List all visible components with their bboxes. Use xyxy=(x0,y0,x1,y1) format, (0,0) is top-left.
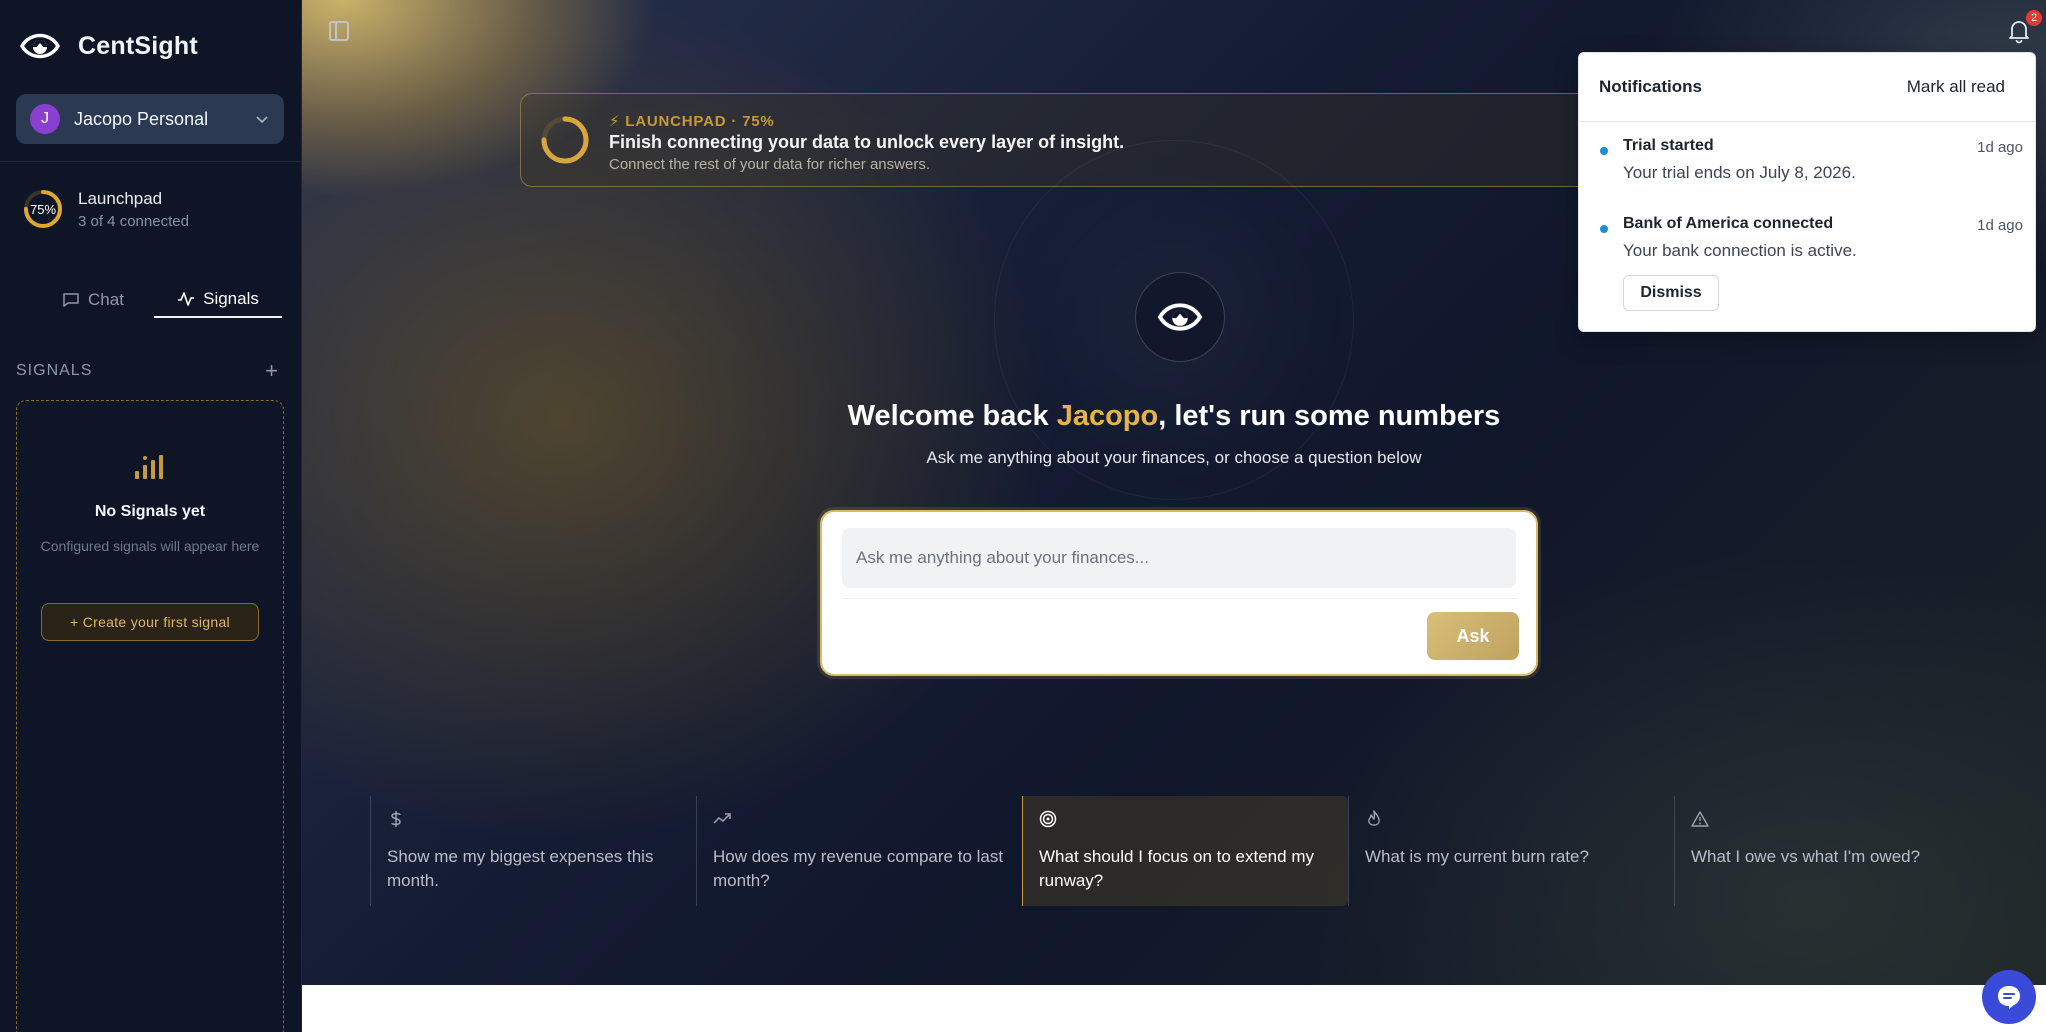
banner-kicker: ⚡ LAUNCHPAD · 75% xyxy=(609,113,775,130)
support-chat-button[interactable] xyxy=(1982,970,2036,1024)
welcome-prefix: Welcome back xyxy=(847,400,1057,432)
tab-chat[interactable]: Chat xyxy=(32,282,154,318)
suggestion-card[interactable]: What is my current burn rate? xyxy=(1348,796,1674,906)
activity-icon xyxy=(178,292,195,306)
ask-box: Ask xyxy=(820,510,1538,676)
suggestion-text: Show me my biggest expenses this month. xyxy=(387,847,654,890)
sidebar: CentSight J Jacopo Personal 75% Launchpa… xyxy=(0,0,302,1032)
suggestion-card[interactable]: Show me my biggest expenses this month. xyxy=(370,796,696,906)
chevron-down-icon xyxy=(256,116,268,124)
welcome-name: Jacopo xyxy=(1056,400,1159,432)
signals-heading: SIGNALS xyxy=(16,362,93,379)
workspace-switcher[interactable]: J Jacopo Personal xyxy=(16,94,284,144)
sidebar-tabs: Chat Signals xyxy=(32,282,282,318)
launchpad-title: Launchpad xyxy=(78,188,163,208)
eye-logo-icon xyxy=(1157,303,1203,331)
suggestion-list: Show me my biggest expenses this month. … xyxy=(370,796,2006,906)
tab-signals-label: Signals xyxy=(203,289,259,308)
target-icon xyxy=(1039,810,1057,828)
notifications-panel: Notifications Mark all read Trial starte… xyxy=(1578,52,2036,332)
notification-body: Your bank connection is active. xyxy=(1623,241,1857,260)
notification-time: 1d ago xyxy=(1977,139,2023,156)
bottom-strip xyxy=(302,985,2046,1032)
bar-chart-icon xyxy=(135,455,163,479)
dismiss-button[interactable]: Dismiss xyxy=(1623,275,1719,311)
welcome-heading: Welcome back Jacopo, let's run some numb… xyxy=(302,400,2046,433)
suggestion-card[interactable]: What I owe vs what I'm owed? xyxy=(1674,796,2000,906)
notifications-title: Notifications xyxy=(1599,77,1702,96)
notification-title: Trial started xyxy=(1623,137,1714,154)
sidebar-divider xyxy=(0,161,302,162)
notification-time: 1d ago xyxy=(1977,217,2023,234)
notifications-header: Notifications Mark all read xyxy=(1579,53,2035,122)
signals-empty-state: No Signals yet Configured signals will a… xyxy=(16,400,284,1032)
suggestion-text: What is my current burn rate? xyxy=(1365,847,1589,866)
suggestion-text: What should I focus on to extend my runw… xyxy=(1039,847,1314,890)
notification-item[interactable]: Trial started 1d ago Your trial ends on … xyxy=(1579,137,2037,183)
message-icon xyxy=(63,293,79,307)
mark-all-read-button[interactable]: Mark all read xyxy=(1907,77,2005,97)
launchpad-percent: 75% xyxy=(29,201,57,217)
sidebar-toggle-icon[interactable] xyxy=(328,20,350,42)
flame-icon xyxy=(1368,810,1380,826)
signals-header: SIGNALS + xyxy=(16,360,278,382)
add-signal-button[interactable]: + xyxy=(265,360,278,382)
empty-subtitle: Configured signals will appear here xyxy=(40,538,260,554)
suggestion-text: What I owe vs what I'm owed? xyxy=(1691,847,1921,866)
avatar: J xyxy=(30,104,60,134)
warning-icon xyxy=(1691,811,1709,827)
brand-name: CentSight xyxy=(78,31,198,60)
notification-badge: 2 xyxy=(2026,10,2042,26)
ask-button[interactable]: Ask xyxy=(1427,612,1519,660)
launchpad-subtitle: 3 of 4 connected xyxy=(78,212,189,230)
suggestion-card[interactable]: How does my revenue compare to last mont… xyxy=(696,796,1022,906)
welcome-suffix: , let's run some numbers xyxy=(1158,400,1501,432)
ask-input[interactable] xyxy=(842,528,1516,588)
launchpad-progress[interactable]: 75% Launchpad 3 of 4 connected xyxy=(22,188,189,230)
notification-body: Your trial ends on July 8, 2026. xyxy=(1623,163,1856,182)
empty-title: No Signals yet xyxy=(94,503,206,520)
welcome-subtitle: Ask me anything about your finances, or … xyxy=(926,448,1422,467)
suggestion-text: How does my revenue compare to last mont… xyxy=(713,847,1004,890)
dollar-icon xyxy=(391,811,401,827)
notification-item[interactable]: Bank of America connected 1d ago Your ba… xyxy=(1579,215,2037,311)
trending-up-icon xyxy=(713,813,731,824)
tab-signals[interactable]: Signals xyxy=(154,282,282,318)
notification-title: Bank of America connected xyxy=(1623,215,1834,232)
suggestion-card[interactable]: What should I focus on to extend my runw… xyxy=(1022,796,1348,906)
workspace-name: Jacopo Personal xyxy=(74,108,209,129)
banner-title: Finish connecting your data to unlock ev… xyxy=(609,132,1125,152)
ask-divider xyxy=(842,598,1516,599)
banner-subtitle: Connect the rest of your data for richer… xyxy=(609,156,930,173)
brand[interactable]: CentSight xyxy=(20,28,198,64)
hero-logo xyxy=(1135,272,1225,362)
tab-chat-label: Chat xyxy=(88,290,124,309)
launchpad-ring: 75% xyxy=(22,188,64,230)
unread-dot xyxy=(1600,225,1608,233)
unread-dot xyxy=(1600,147,1608,155)
progress-ring-icon xyxy=(541,116,589,164)
eye-logo-icon xyxy=(20,33,60,59)
create-signal-button[interactable]: + Create your first signal xyxy=(41,603,259,641)
chat-bubble-icon xyxy=(1998,986,2020,1009)
